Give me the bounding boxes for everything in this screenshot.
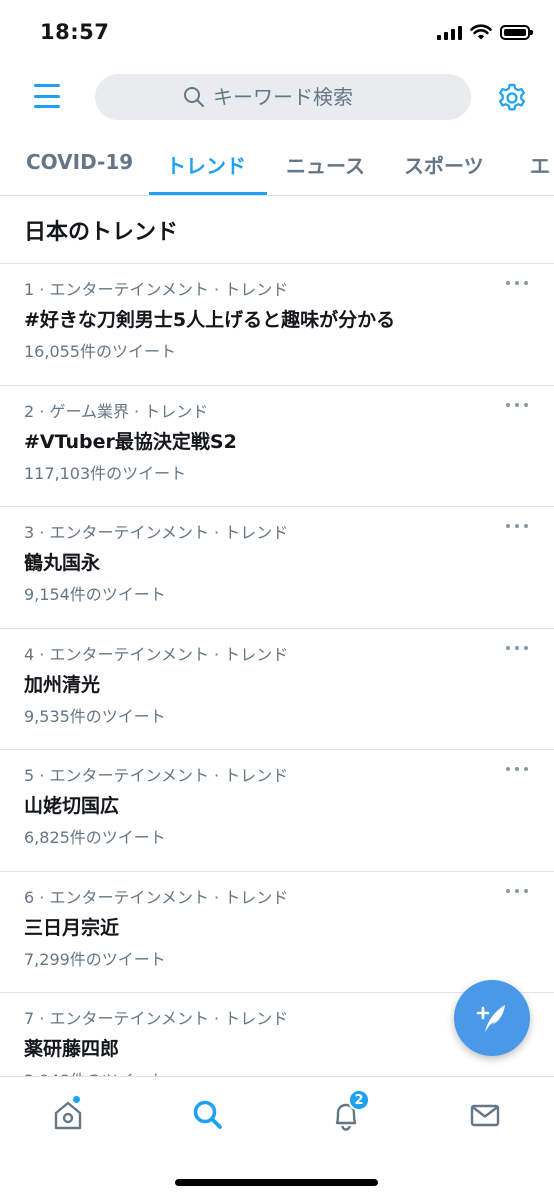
trend-meta: 4 · エンターテインメント · トレンド	[24, 644, 289, 664]
more-options-icon[interactable]	[506, 278, 528, 288]
trend-meta: 7 · エンターテインメント · トレンド	[24, 1009, 289, 1028]
trend-meta: 6 · エンターテインメント · トレンド	[24, 887, 289, 907]
mail-icon[interactable]	[465, 1095, 505, 1135]
cellular-signal-icon	[437, 24, 462, 40]
more-options-icon[interactable]	[506, 400, 528, 410]
trend-name: #好きな刀剣男士5人上げると趣味が分かる	[24, 309, 396, 331]
trend-item[interactable]: 1 · エンターテインメント · トレンド #好きな刀剣男士5人上げると趣味が分…	[0, 264, 554, 386]
trend-name: 加州清光	[24, 673, 101, 696]
status-time: 18:57	[40, 20, 110, 44]
trend-count: 9,535件のツイート	[24, 706, 166, 726]
trend-count: 7,299件のツイート	[24, 949, 166, 969]
trend-count: 117,103件のツイート	[24, 463, 187, 483]
trend-count: 9,154件のツイート	[24, 585, 166, 604]
wifi-icon	[470, 24, 492, 40]
tab-sports[interactable]: スポーツ	[404, 150, 484, 179]
compose-tweet-button[interactable]	[454, 980, 530, 1056]
trend-count: 16,055件のツイート	[24, 342, 176, 361]
compose-feather-icon	[476, 1005, 505, 1032]
trend-meta: 3 · エンターテインメント · トレンド	[24, 523, 289, 542]
status-bar: 18:57	[0, 0, 554, 66]
trend-meta: 1 · エンターテインメント · トレンド	[24, 280, 289, 299]
more-options-icon[interactable]	[506, 764, 528, 774]
more-options-icon[interactable]	[506, 521, 528, 531]
tab-entertainment[interactable]: エ	[530, 150, 550, 179]
home-icon[interactable]	[48, 1095, 88, 1135]
section-title: 日本のトレンド	[24, 220, 179, 245]
trend-name: 山姥切国広	[24, 795, 120, 817]
tab-covid19[interactable]: COVID-19	[26, 150, 133, 174]
tab-trends[interactable]: トレンド	[166, 150, 246, 179]
search-icon	[184, 87, 204, 107]
hamburger-menu-icon[interactable]	[34, 84, 60, 108]
trend-item[interactable]: 2 · ゲーム業界 · トレンド #VTuber最協決定戦S2 117,103件…	[0, 386, 554, 507]
bell-icon[interactable]: 2	[326, 1089, 370, 1135]
search-bar[interactable]	[95, 74, 471, 120]
battery-icon	[500, 24, 533, 40]
trend-name: 薬研藤四郎	[24, 1038, 120, 1060]
trend-name: 三日月宗近	[24, 916, 120, 939]
trend-item[interactable]: 3 · エンターテインメント · トレンド 鶴丸国永 9,154件のツイート	[0, 507, 554, 629]
trend-item[interactable]: 6 · エンターテインメント · トレンド 三日月宗近 7,299件のツイート	[0, 872, 554, 993]
trend-item[interactable]: 5 · エンターテインメント · トレンド 山姥切国広 6,825件のツイート	[0, 750, 554, 872]
notification-badge: 2	[348, 1089, 370, 1111]
new-content-dot	[72, 1095, 81, 1104]
trend-count: 6,825件のツイート	[24, 828, 166, 847]
gear-icon[interactable]	[496, 82, 528, 114]
trend-name: #VTuber最協決定戦S2	[24, 430, 237, 453]
more-options-icon[interactable]	[506, 643, 528, 653]
explore-tabs: COVID-19 トレンド ニュース スポーツ エ	[0, 138, 554, 196]
trend-name: 鶴丸国永	[24, 552, 101, 574]
home-indicator[interactable]	[175, 1179, 378, 1186]
trend-item[interactable]: 4 · エンターテインメント · トレンド 加州清光 9,535件のツイート	[0, 629, 554, 750]
active-tab-indicator	[149, 192, 267, 195]
status-icons	[437, 24, 533, 40]
header	[0, 72, 554, 122]
search-input[interactable]	[213, 85, 383, 109]
trend-meta: 2 · ゲーム業界 · トレンド	[24, 401, 209, 421]
tab-news[interactable]: ニュース	[286, 150, 365, 179]
search-icon[interactable]	[188, 1095, 228, 1135]
more-options-icon[interactable]	[506, 886, 528, 896]
trend-meta: 5 · エンターテインメント · トレンド	[24, 766, 289, 785]
